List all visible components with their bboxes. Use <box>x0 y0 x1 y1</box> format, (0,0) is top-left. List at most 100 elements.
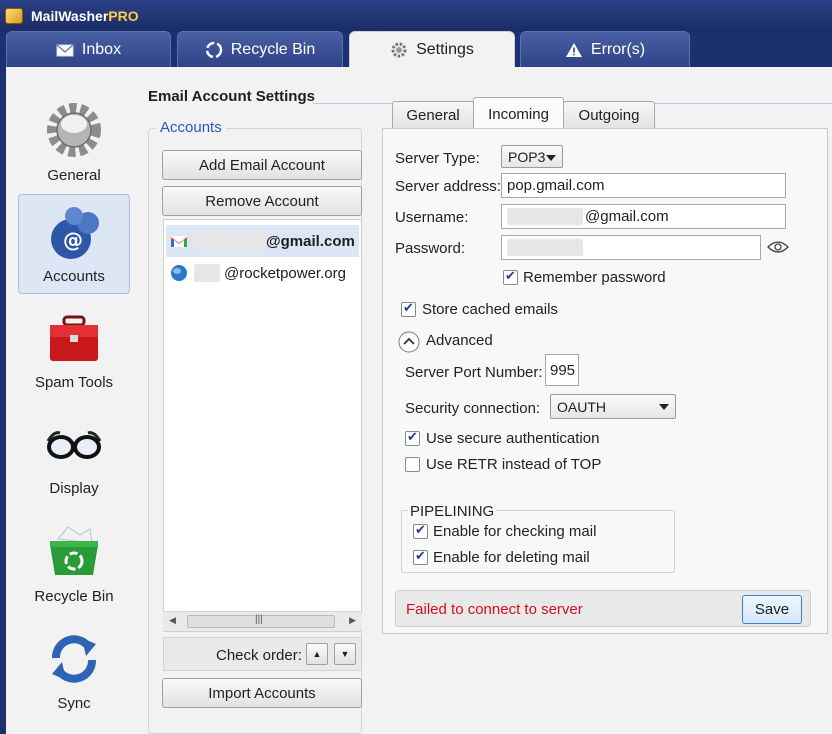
move-down-button[interactable]: ▼ <box>334 643 356 665</box>
security-connection-label: Security connection: <box>405 400 541 417</box>
move-up-button[interactable]: ▲ <box>306 643 328 665</box>
nav-display[interactable]: Display <box>18 405 130 505</box>
pipelining-checking-checkbox[interactable] <box>413 522 428 539</box>
account-email: @gmail.com <box>266 232 355 250</box>
pipelining-label: PIPELINING <box>408 503 497 520</box>
scroll-thumb[interactable]: ||| <box>187 614 335 628</box>
tab-errors-label: Error(s) <box>590 40 646 58</box>
redacted-username <box>194 232 266 250</box>
tab-outgoing[interactable]: Outgoing <box>563 101 655 129</box>
nav-general-label: General <box>47 167 101 184</box>
scroll-right-icon[interactable]: ▶ <box>349 615 356 626</box>
add-email-account-button[interactable]: Add Email Account <box>162 150 362 180</box>
password-input[interactable] <box>501 235 761 260</box>
gmail-icon <box>171 236 187 247</box>
tab-inbox[interactable]: Inbox <box>6 31 171 67</box>
security-connection-value: OAUTH <box>557 398 606 415</box>
nav-accounts-label: Accounts <box>43 268 105 285</box>
redacted-username <box>507 208 583 225</box>
horizontal-scrollbar[interactable]: ◀ ||| ▶ <box>163 611 362 631</box>
section-title: Email Account Settings <box>148 88 315 105</box>
remove-account-button[interactable]: Remove Account <box>162 186 362 216</box>
mailwasher-logo-icon <box>5 8 23 24</box>
account-item-gmail[interactable]: @gmail.com <box>166 225 359 257</box>
pipelining-checking-label: Enable for checking mail <box>433 523 597 540</box>
check-order-bar: Check order: ▲ ▼ <box>163 637 362 671</box>
use-retr-label: Use RETR instead of TOP <box>426 456 602 473</box>
recycle-icon <box>205 41 222 58</box>
error-message: Failed to connect to server <box>406 601 583 618</box>
check-order-label: Check order: <box>216 647 302 664</box>
tab-settings-label: Settings <box>416 41 474 58</box>
account-item-rocketpower[interactable]: @rocketpower.org <box>166 257 359 289</box>
username-value: @gmail.com <box>585 208 669 225</box>
settings-page: General @ Accounts Spam Tools Display Re… <box>6 67 832 734</box>
redacted-password <box>507 239 583 256</box>
tab-recycle-bin[interactable]: Recycle Bin <box>177 31 343 67</box>
chevron-up-icon[interactable] <box>398 331 420 353</box>
nav-sync[interactable]: Sync <box>18 620 130 720</box>
nav-general[interactable]: General <box>18 92 130 192</box>
nav-recycle-bin-label: Recycle Bin <box>34 588 114 605</box>
store-cached-emails-checkbox[interactable] <box>401 300 416 317</box>
server-port-label: Server Port Number: <box>405 364 543 381</box>
redacted-username <box>194 264 220 282</box>
remember-password-checkbox[interactable] <box>503 268 518 285</box>
username-input[interactable]: @gmail.com <box>501 204 786 229</box>
accounts-list: @gmail.com @rocketpower.org <box>163 219 362 632</box>
pipelining-deleting-label: Enable for deleting mail <box>433 549 590 566</box>
import-accounts-button[interactable]: Import Accounts <box>162 678 362 708</box>
server-address-label: Server address: <box>395 178 501 195</box>
app-title: MailWasherPRO <box>31 8 139 24</box>
remember-password-label: Remember password <box>523 269 666 286</box>
tab-errors[interactable]: Error(s) <box>520 31 690 67</box>
account-email: @rocketpower.org <box>224 264 346 282</box>
app-name: MailWasher <box>31 8 109 24</box>
pipelining-deleting-checkbox[interactable] <box>413 548 428 565</box>
recycle-bin-icon <box>50 526 98 575</box>
secure-authentication-checkbox[interactable] <box>405 429 420 446</box>
grip-icon: ||| <box>255 614 263 625</box>
tab-inbox-label: Inbox <box>81 40 122 58</box>
scroll-left-icon[interactable]: ◀ <box>169 615 176 626</box>
accounts-legend: Accounts <box>156 119 226 136</box>
status-bar: Failed to connect to server Save <box>395 590 811 627</box>
app-name-suffix: PRO <box>108 8 139 24</box>
gear-icon <box>47 103 101 157</box>
accounts-icon: @ <box>51 207 99 259</box>
nav-accounts[interactable]: @ Accounts <box>18 194 130 294</box>
svg-text:@: @ <box>63 228 83 252</box>
username-label: Username: <box>395 209 469 226</box>
nav-recycle-bin[interactable]: Recycle Bin <box>18 513 130 613</box>
tab-general[interactable]: General <box>392 101 474 129</box>
chevron-down-icon <box>659 404 669 410</box>
server-address-input[interactable]: pop.gmail.com <box>501 173 786 198</box>
server-type-label: Server Type: <box>395 150 480 167</box>
warning-icon <box>565 42 582 57</box>
save-button[interactable]: Save <box>742 595 802 624</box>
eye-icon[interactable] <box>767 240 789 254</box>
nav-spam-tools[interactable]: Spam Tools <box>18 299 130 399</box>
advanced-label[interactable]: Advanced <box>426 332 493 349</box>
use-retr-checkbox[interactable] <box>405 457 420 472</box>
password-label: Password: <box>395 240 466 257</box>
envelope-icon <box>56 43 74 56</box>
globe-icon <box>171 265 187 281</box>
glasses-icon <box>46 431 102 459</box>
chevron-down-icon <box>546 155 556 161</box>
title-bar: MailWasherPRO <box>0 0 832 32</box>
server-type-select[interactable]: POP3 <box>501 145 563 168</box>
security-connection-select[interactable]: OAUTH <box>550 394 676 419</box>
tab-recycle-bin-label: Recycle Bin <box>230 40 316 58</box>
nav-spam-tools-label: Spam Tools <box>34 374 114 391</box>
nav-sync-label: Sync <box>57 695 91 712</box>
secure-authentication-label: Use secure authentication <box>426 430 600 447</box>
tab-settings[interactable]: Settings <box>349 31 515 68</box>
store-cached-emails-label: Store cached emails <box>422 301 558 318</box>
tab-incoming[interactable]: Incoming <box>473 97 564 130</box>
arrow-down-icon: ▼ <box>340 649 350 659</box>
server-type-value: POP3 <box>508 148 546 165</box>
sync-icon <box>52 635 96 683</box>
nav-display-label: Display <box>49 480 99 497</box>
server-port-input[interactable]: 995 <box>545 354 579 386</box>
